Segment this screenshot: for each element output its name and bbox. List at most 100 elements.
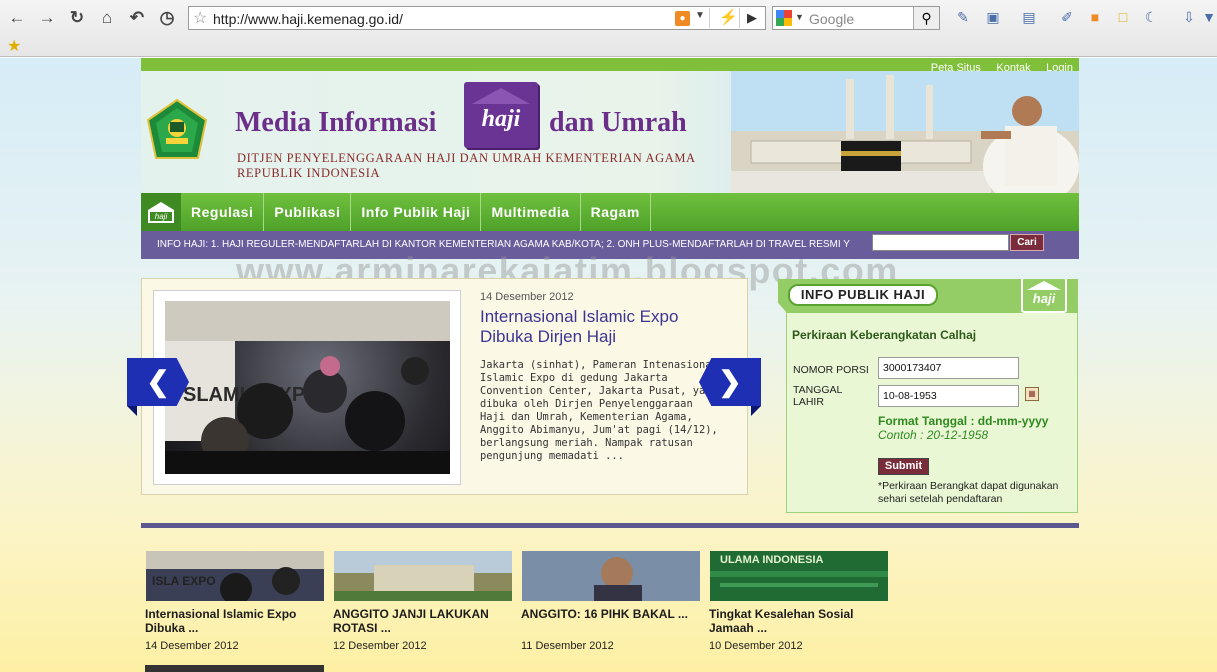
news-thumbnail[interactable]: ISLA EXPO (146, 551, 324, 601)
separator (739, 8, 740, 28)
site-title-tail: dan Umrah (549, 107, 687, 138)
news-date: 14 Desember 2012 (145, 640, 239, 652)
bookmark-star-icon[interactable]: ☆ (193, 8, 207, 28)
url-text[interactable]: http://www.haji.kemenag.go.id/ (213, 11, 403, 27)
slide-body: Jakarta (sinhat), Pameran Intenasional I… (480, 359, 718, 462)
info-haji-logo: haji (1021, 279, 1067, 313)
slide-date: 14 Desember 2012 (480, 291, 574, 303)
browser-toolbar: ← → ↻ ⌂ ↶ ◷ ☆ http://www.haji.kemenag.go… (0, 0, 1217, 57)
news-thumbnail[interactable]: ULAMA INDONESIA (710, 551, 888, 601)
highlighter-icon[interactable]: ✐ (1058, 8, 1076, 26)
chevron-right-icon: ❯ (718, 366, 742, 397)
news-thumbnail-image: ULAMA INDONESIA (710, 551, 888, 601)
slide-photo-image: SLAMIC EXPO (165, 301, 450, 474)
label-tanggal-lahir: TANGGAL LAHIR (793, 384, 843, 408)
date-format-example: Contoh : 20-12-1958 (878, 428, 989, 442)
nav-multimedia[interactable]: Multimedia (481, 193, 581, 231)
news-date: 10 Desember 2012 (709, 640, 803, 652)
news-thumbnail-image (522, 551, 700, 601)
nav-publikasi[interactable]: Publikasi (264, 193, 352, 231)
search-icon[interactable]: ⚲ (913, 7, 939, 29)
tanggal-lahir-field[interactable]: 10-08-1953 (878, 385, 1019, 407)
news-thumbnail-partial[interactable] (145, 665, 324, 672)
nav-regulasi[interactable]: Regulasi (181, 193, 265, 231)
kemenag-emblem-icon (146, 98, 208, 159)
forward-icon[interactable]: → (36, 7, 58, 29)
search-engine-dropdown-icon[interactable]: ▼ (795, 12, 804, 22)
site-title: Media Informasi (235, 107, 437, 138)
submit-button[interactable]: Submit (878, 458, 929, 475)
undo-icon[interactable]: ↶ (126, 7, 148, 29)
news-title[interactable]: ANGGITO JANJI LAKUKAN ROTASI ... (333, 607, 511, 635)
slide-photo[interactable]: SLAMIC EXPO (165, 301, 450, 474)
site-subtitle-2: REPUBLIK INDONESIA (237, 166, 381, 180)
feed-icon[interactable]: ■ (1086, 8, 1104, 26)
date-format-hint: Format Tanggal : dd-mm-yyyy (878, 414, 1049, 428)
moon-icon[interactable]: ☾ (1142, 8, 1160, 26)
label-nomor-porsi: NOMOR PORSI (793, 364, 869, 376)
home-icon[interactable]: ⌂ (96, 7, 118, 29)
translate-icon[interactable]: ▤ (1020, 8, 1038, 26)
news-title[interactable]: Tingkat Kesalehan Sosial Jamaah ... (709, 607, 887, 635)
google-icon[interactable] (776, 10, 792, 26)
search-input[interactable]: Google (809, 11, 854, 27)
chevron-left-icon: ❮ (146, 366, 170, 397)
note-icon[interactable]: □ (1114, 8, 1132, 26)
reload-icon[interactable]: ↻ (66, 7, 88, 29)
nav-home-button[interactable]: haji (141, 193, 181, 231)
bookmarks-star-icon[interactable]: ★ (7, 36, 21, 56)
news-title[interactable]: ANGGITO: 16 PIHK BAKAL ... (521, 607, 699, 621)
camera-icon[interactable]: ▣ (984, 8, 1002, 26)
nomor-porsi-field[interactable]: 3000173407 (878, 357, 1019, 379)
history-icon[interactable]: ◷ (156, 7, 178, 29)
slider-prev-button[interactable]: ❮ (127, 358, 189, 416)
ticker-text: INFO HAJI: 1. HAJI REGULER-MENDAFTARLAH … (157, 239, 850, 250)
haji-logo: haji (464, 82, 538, 148)
nav-ragam[interactable]: Ragam (581, 193, 651, 231)
info-panel-subtitle: Perkiraan Keberangkatan Calhaj (792, 328, 977, 342)
info-publik-haji-panel: INFO PUBLIK HAJI haji Perkiraan Keberang… (778, 279, 1078, 513)
news-date: 11 Desember 2012 (521, 640, 614, 652)
calendar-icon[interactable]: ▦ (1025, 387, 1039, 401)
news-thumbnail[interactable] (522, 551, 700, 601)
news-date: 12 Desember 2012 (333, 640, 427, 652)
nav-items: Regulasi Publikasi Info Publik Haji Mult… (181, 193, 651, 231)
info-panel-header: INFO PUBLIK HAJI haji (778, 279, 1078, 313)
news-thumbnail-image: ISLA EXPO (146, 551, 324, 601)
edit-icon[interactable]: ✎ (954, 8, 972, 26)
site-header: Media Informasi haji dan Umrah DITJEN PE… (141, 71, 1079, 193)
featured-slider: SLAMIC EXPO 14 Desember 2012 Internasion… (141, 278, 748, 495)
news-thumb-text: ULAMA INDONESIA (720, 554, 824, 566)
back-icon[interactable]: ← (6, 7, 28, 29)
menu-chevron-icon[interactable]: ▼ (1200, 8, 1217, 26)
news-thumbnail-image (334, 551, 512, 601)
news-thumbnail[interactable] (334, 551, 512, 601)
go-icon[interactable]: ▶ (747, 10, 757, 26)
main-nav: haji Regulasi Publikasi Info Publik Haji… (141, 193, 1079, 231)
web-search-box[interactable]: ▼ Google ⚲ (772, 6, 940, 30)
rss-icon[interactable]: ● (675, 11, 690, 26)
news-thumb-text: ISLA EXPO (152, 574, 216, 588)
slider-next-button[interactable]: ❯ (699, 358, 761, 416)
top-links-bar: Peta Situs Kontak Login (141, 58, 1079, 74)
nav-home-logo: haji (148, 210, 174, 223)
site-search-input[interactable] (872, 234, 1009, 251)
section-divider (141, 523, 1079, 528)
mecca-banner-image (731, 71, 1079, 193)
slide-title[interactable]: Internasional Islamic Expo Dibuka Dirjen… (480, 307, 710, 347)
page-viewport: Peta Situs Kontak Login Media Informasi … (0, 58, 1217, 672)
url-dropdown-icon[interactable]: ▼ (695, 10, 705, 21)
news-title[interactable]: Internasional Islamic Expo Dibuka ... (145, 607, 323, 635)
address-bar[interactable]: ☆ http://www.haji.kemenag.go.id/ ● ▼ ⚡ ▶ (188, 6, 766, 30)
nav-info-publik-haji[interactable]: Info Publik Haji (351, 193, 482, 231)
download-icon[interactable]: ⇩ (1180, 8, 1198, 26)
info-panel-title: INFO PUBLIK HAJI (788, 284, 938, 306)
site-subtitle-1: DITJEN PENYELENGGARAAN HAJI DAN UMRAH KE… (237, 151, 696, 165)
info-note: *Perkiraan Berangkat dapat digunakan seh… (878, 480, 1059, 505)
bolt-icon[interactable]: ⚡ (719, 8, 738, 26)
slide-image-frame[interactable]: SLAMIC EXPO (153, 290, 461, 485)
site-search-button[interactable]: Cari (1010, 234, 1044, 251)
haji-logo-text: haji (481, 106, 521, 132)
separator (709, 8, 710, 28)
info-haji-logo-text: haji (1032, 291, 1056, 306)
